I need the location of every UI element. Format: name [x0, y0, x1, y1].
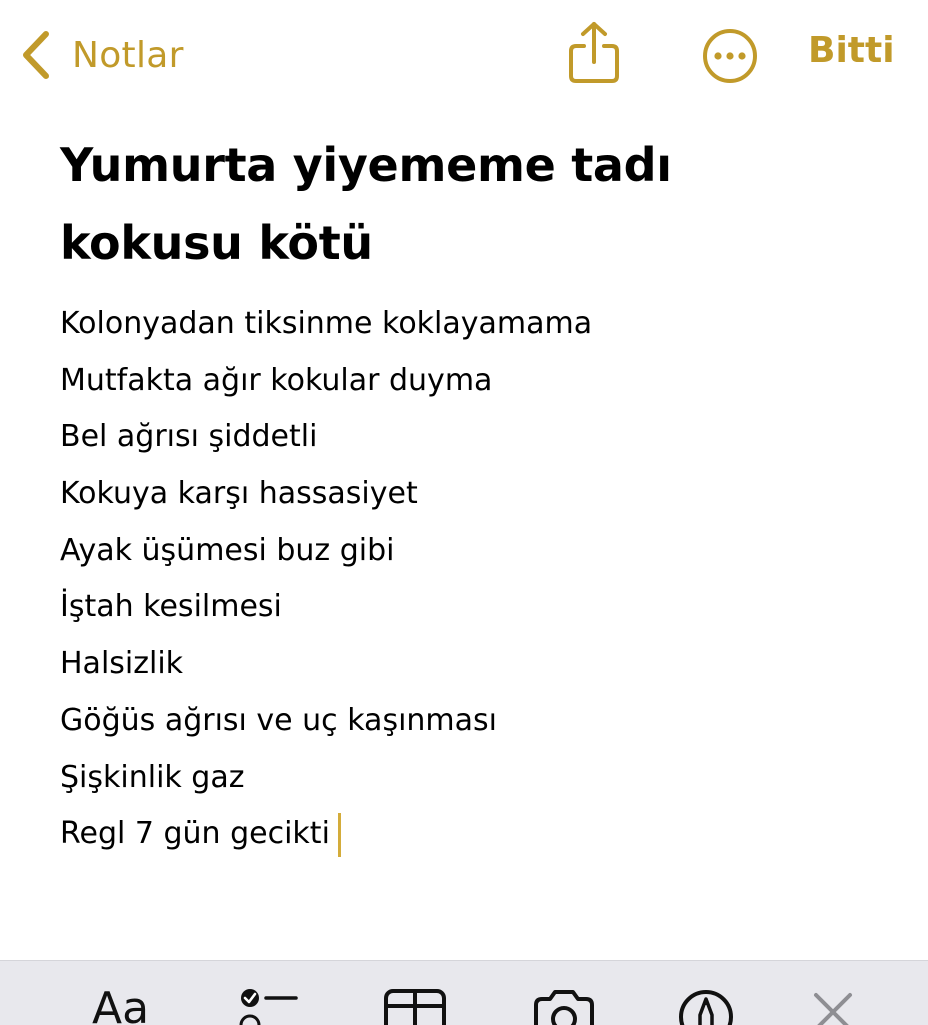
ellipsis-circle-icon [700, 29, 760, 90]
done-button[interactable]: Bitti [808, 30, 895, 71]
note-line: Bel ağrısı şiddetli [60, 419, 318, 455]
note-line: Ayak üşümesi buz gibi [60, 532, 395, 568]
chevron-left-icon [18, 29, 52, 81]
note-line: Şişkinlik gaz [60, 759, 245, 795]
formatting-toolbar: Aa [0, 960, 928, 1025]
share-icon [566, 22, 622, 90]
note-title[interactable]: Yumurta yiyememe tadı kokusu kötü [60, 126, 760, 282]
note-line: Kokuya karşı hassasiyet [60, 476, 418, 512]
checklist-button[interactable] [236, 987, 300, 1025]
share-button[interactable] [566, 20, 622, 86]
camera-button[interactable] [528, 987, 600, 1025]
back-button[interactable]: Notlar [18, 26, 184, 84]
navigation-bar: Notlar Bitti [0, 0, 928, 110]
markup-button[interactable] [676, 987, 736, 1025]
text-cursor [337, 812, 341, 857]
note-line: Halsizlik [60, 646, 184, 682]
note-line: Mutfakta ağır kokular duyma [60, 362, 493, 398]
note-line: Regl 7 gün gecikti [60, 806, 900, 863]
note-body[interactable]: Kolonyadan tiksinme koklayamama Mutfakta… [60, 296, 900, 863]
back-button-label: Notlar [72, 34, 184, 76]
table-button[interactable] [382, 987, 448, 1025]
more-options-button[interactable] [700, 26, 760, 86]
note-line: İştah kesilmesi [60, 589, 282, 625]
close-keyboard-button[interactable] [808, 987, 858, 1025]
note-line: Göğüs ağrısı ve uç kaşınması [60, 702, 497, 738]
note-editor[interactable]: Yumurta yiyememe tadı kokusu kötü Kolony… [60, 126, 900, 863]
format-button[interactable]: Aa [92, 983, 149, 1025]
note-line: Kolonyadan tiksinme koklayamama [60, 306, 593, 341]
